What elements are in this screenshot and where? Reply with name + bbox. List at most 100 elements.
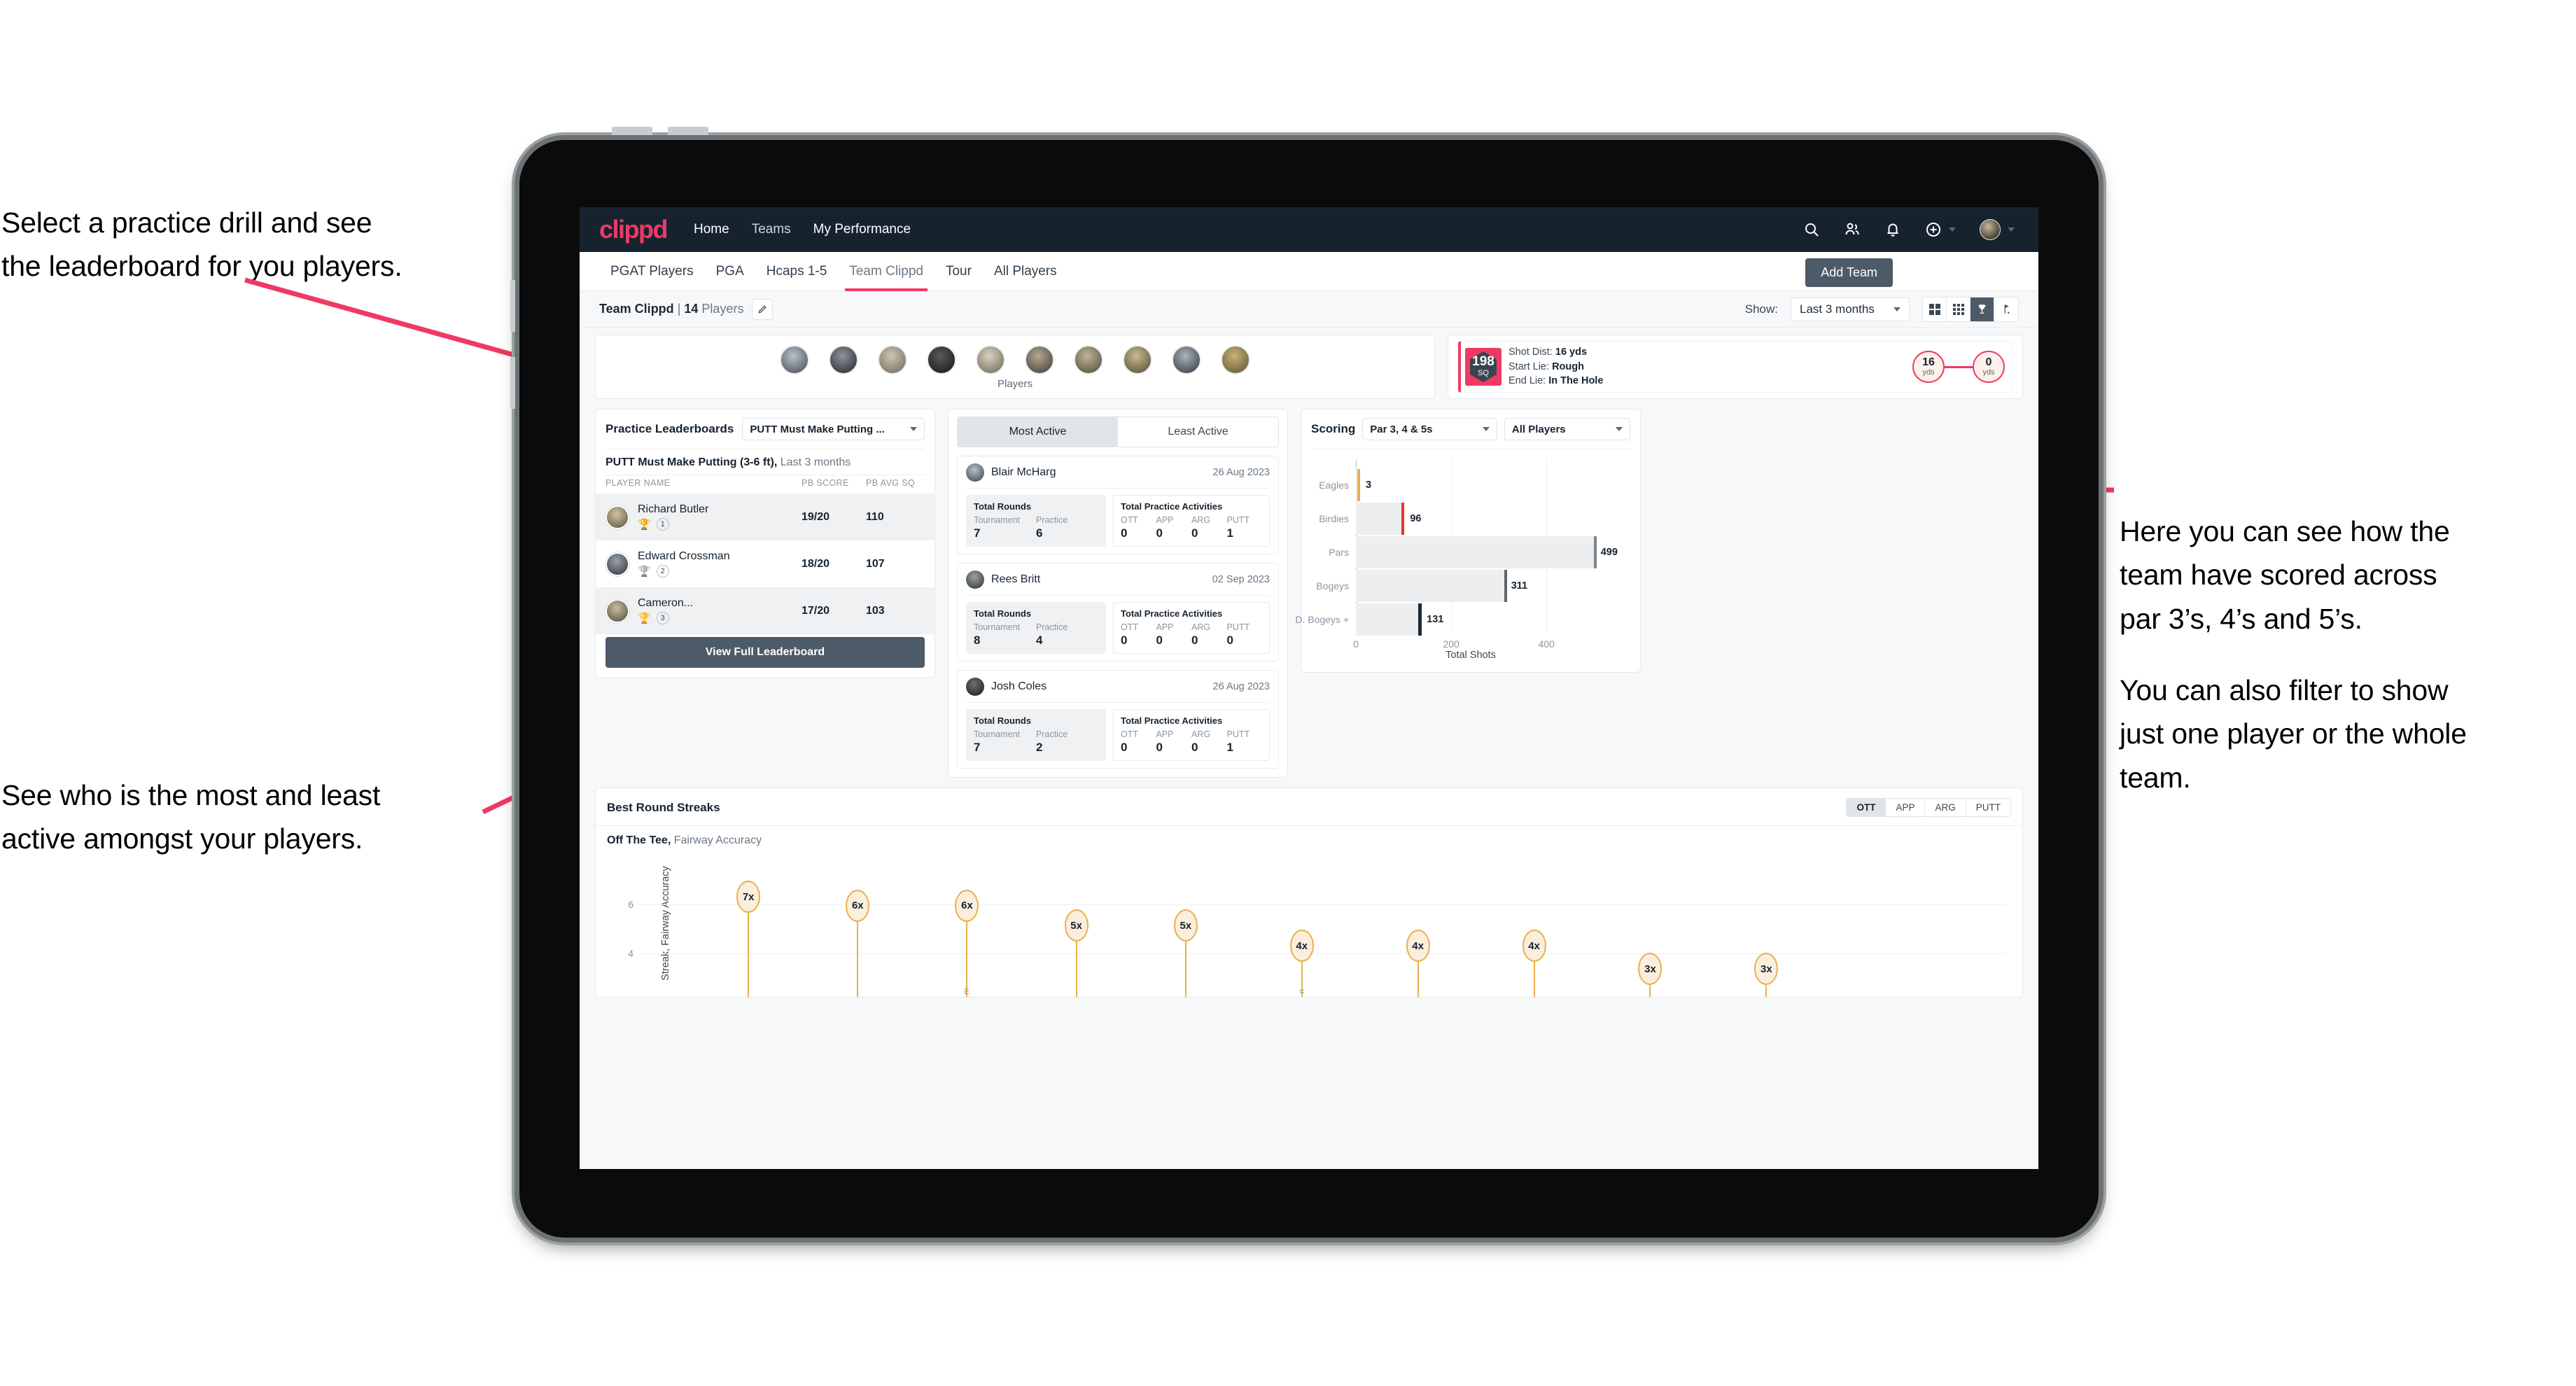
annotation-practice-drill: Select a practice drill and see the lead… bbox=[1, 201, 554, 288]
players-strip-card: Players bbox=[595, 335, 1435, 399]
trophy-icon: 🏆 bbox=[638, 612, 651, 624]
scoring-card: Scoring Par 3, 4 & 5s All Players Eagles… bbox=[1295, 409, 1641, 673]
chevron-down-icon bbox=[1482, 427, 1490, 431]
end-distance-unit: yds bbox=[1982, 368, 1995, 377]
chevron-down-icon bbox=[1949, 227, 1956, 232]
player-filter-select[interactable]: All Players bbox=[1504, 418, 1630, 440]
search-icon[interactable] bbox=[1803, 221, 1820, 238]
table-row[interactable]: Edward Crossman 🏆 2 18/20 107 bbox=[596, 540, 934, 587]
segment-putt[interactable]: PUTT bbox=[1966, 799, 2010, 816]
tab-all-players[interactable]: All Players bbox=[983, 252, 1068, 291]
avatar[interactable] bbox=[829, 345, 858, 374]
bar-tip bbox=[1357, 469, 1361, 501]
divider bbox=[966, 488, 1270, 489]
bell-icon[interactable] bbox=[1884, 221, 1901, 238]
trophy-icon: 🏆 bbox=[638, 518, 651, 531]
avatar bbox=[606, 598, 629, 623]
x-tick: 400 bbox=[1538, 638, 1555, 650]
players-avatars bbox=[596, 342, 1434, 374]
shot-summary-card: 198 SQ Shot Dist: 16 yds Start Lie: Roug… bbox=[1448, 335, 2023, 399]
avatar[interactable] bbox=[1221, 345, 1250, 374]
clippd-logo[interactable]: clippd bbox=[599, 215, 668, 244]
avatar[interactable] bbox=[927, 345, 956, 374]
end-lie-value: In The Hole bbox=[1548, 375, 1604, 387]
player-name: Edward Crossman bbox=[638, 550, 730, 562]
date-range-value: Last 3 months bbox=[1800, 302, 1875, 316]
list-item[interactable]: Josh Coles 26 Aug 2023 Total Rounds Tour… bbox=[957, 670, 1279, 769]
add-menu[interactable] bbox=[1925, 221, 1956, 238]
avatar[interactable] bbox=[976, 345, 1005, 374]
list-item[interactable]: Blair McHarg 26 Aug 2023 Total Rounds To… bbox=[957, 456, 1279, 554]
tab-hcaps-1-5[interactable]: Hcaps 1-5 bbox=[755, 252, 839, 291]
avatar[interactable] bbox=[1025, 345, 1054, 374]
table-row[interactable]: Cameron... 🏆 3 17/20 103 bbox=[596, 587, 934, 634]
stat-value: 2 bbox=[1036, 741, 1043, 754]
tab-pgat-players[interactable]: PGAT Players bbox=[599, 252, 705, 291]
bar-tip bbox=[1504, 570, 1507, 602]
people-icon[interactable] bbox=[1844, 221, 1861, 238]
grid-large-icon[interactable] bbox=[1923, 297, 1947, 321]
grid-small-icon[interactable] bbox=[1947, 297, 1970, 321]
tournament-stat: Tournament 8 bbox=[974, 622, 1036, 648]
add-team-button[interactable]: Add Team bbox=[1805, 258, 1893, 287]
start-distance-value: 16 bbox=[1922, 356, 1935, 368]
stat-value: 0 bbox=[1226, 634, 1233, 647]
tab-pga[interactable]: PGA bbox=[705, 252, 755, 291]
par-select[interactable]: Par 3, 4 & 5s bbox=[1362, 418, 1497, 440]
nav-link-home[interactable]: Home bbox=[694, 222, 729, 237]
total-rounds-box: Total Rounds Tournament 8 Practice 4 bbox=[966, 602, 1106, 654]
list-item[interactable]: Rees Britt 02 Sep 2023 Total Rounds Tour… bbox=[957, 563, 1279, 662]
activity-stats: Total Rounds Tournament 8 Practice 4 Total… bbox=[966, 602, 1270, 654]
leaderboard-subtitle: PUTT Must Make Putting (3-6 ft), Last 3 … bbox=[596, 449, 934, 475]
table-row[interactable]: Richard Butler 🏆 1 19/20 110 bbox=[596, 493, 934, 540]
avatar[interactable] bbox=[1074, 345, 1103, 374]
tab-most-active[interactable]: Most Active bbox=[958, 417, 1118, 447]
nav-link-teams[interactable]: Teams bbox=[752, 222, 791, 237]
bar-double-bogeys: D. Bogeys + 131 bbox=[1295, 603, 1604, 636]
avatar[interactable] bbox=[1172, 345, 1201, 374]
divider bbox=[966, 702, 1270, 703]
stat-key: Practice bbox=[1036, 729, 1068, 739]
scoring-header: Scoring Par 3, 4 & 5s All Players bbox=[1301, 410, 1640, 449]
avatar[interactable] bbox=[1123, 345, 1152, 374]
avatar[interactable] bbox=[1980, 219, 2001, 240]
streaks-header: Best Round Streaks OTT APP ARG PUTT bbox=[596, 788, 2022, 825]
top-row: Players 198 SQ Shot Dist: 16 yds Start L… bbox=[595, 335, 2023, 399]
view-full-leaderboard-button[interactable]: View Full Leaderboard bbox=[606, 637, 925, 668]
stat-key: Tournament bbox=[974, 622, 1021, 632]
trophy-icon[interactable] bbox=[1970, 297, 1994, 321]
date-range-select[interactable]: Last 3 months bbox=[1791, 297, 1910, 321]
gridline: 4 bbox=[628, 948, 2005, 959]
shot-distance-diagram: 16 yds 0 yds bbox=[1912, 351, 2005, 383]
avatar[interactable] bbox=[878, 345, 907, 374]
subheader-controls: Show: Last 3 months bbox=[1745, 296, 2019, 322]
plus-circle-icon[interactable] bbox=[1925, 221, 1942, 238]
avatar[interactable] bbox=[780, 345, 809, 374]
start-distance-marker: 16 yds bbox=[1912, 351, 1945, 383]
player-cell: Cameron... 🏆 3 bbox=[638, 597, 802, 624]
practice-leaderboards-card: Practice Leaderboards PUTT Must Make Put… bbox=[595, 409, 935, 678]
device-button-top-1 bbox=[612, 127, 652, 135]
segment-app[interactable]: APP bbox=[1886, 799, 1926, 816]
flag-icon[interactable] bbox=[1994, 298, 2018, 321]
bar-value: 96 bbox=[1410, 513, 1422, 524]
streak-bubble: 6x bbox=[955, 889, 979, 922]
stat-key: PUTT bbox=[1226, 515, 1250, 525]
segment-ott[interactable]: OTT bbox=[1847, 799, 1886, 816]
streak-bubble: 4x bbox=[1522, 930, 1546, 962]
stat-value: 1 bbox=[1226, 741, 1233, 754]
app-screen: clippd Home Teams My Performance PGAT Pl… bbox=[580, 207, 2038, 1169]
profile-menu[interactable] bbox=[1980, 219, 2015, 240]
tab-tour[interactable]: Tour bbox=[934, 252, 983, 291]
edit-team-button[interactable] bbox=[752, 298, 774, 320]
player-name: Josh Coles bbox=[991, 680, 1047, 692]
stat-value: 4 bbox=[1036, 634, 1043, 647]
avatar bbox=[606, 552, 629, 576]
segment-arg[interactable]: ARG bbox=[1925, 799, 1966, 816]
tab-team-clippd[interactable]: Team Clippd bbox=[838, 252, 934, 291]
nav-link-my-performance[interactable]: My Performance bbox=[813, 222, 911, 237]
tab-least-active[interactable]: Least Active bbox=[1118, 417, 1278, 447]
drill-select[interactable]: PUTT Must Make Putting ... bbox=[742, 418, 925, 440]
players-word: Players bbox=[701, 302, 744, 316]
practice-stat: Practice 4 bbox=[1036, 622, 1098, 648]
